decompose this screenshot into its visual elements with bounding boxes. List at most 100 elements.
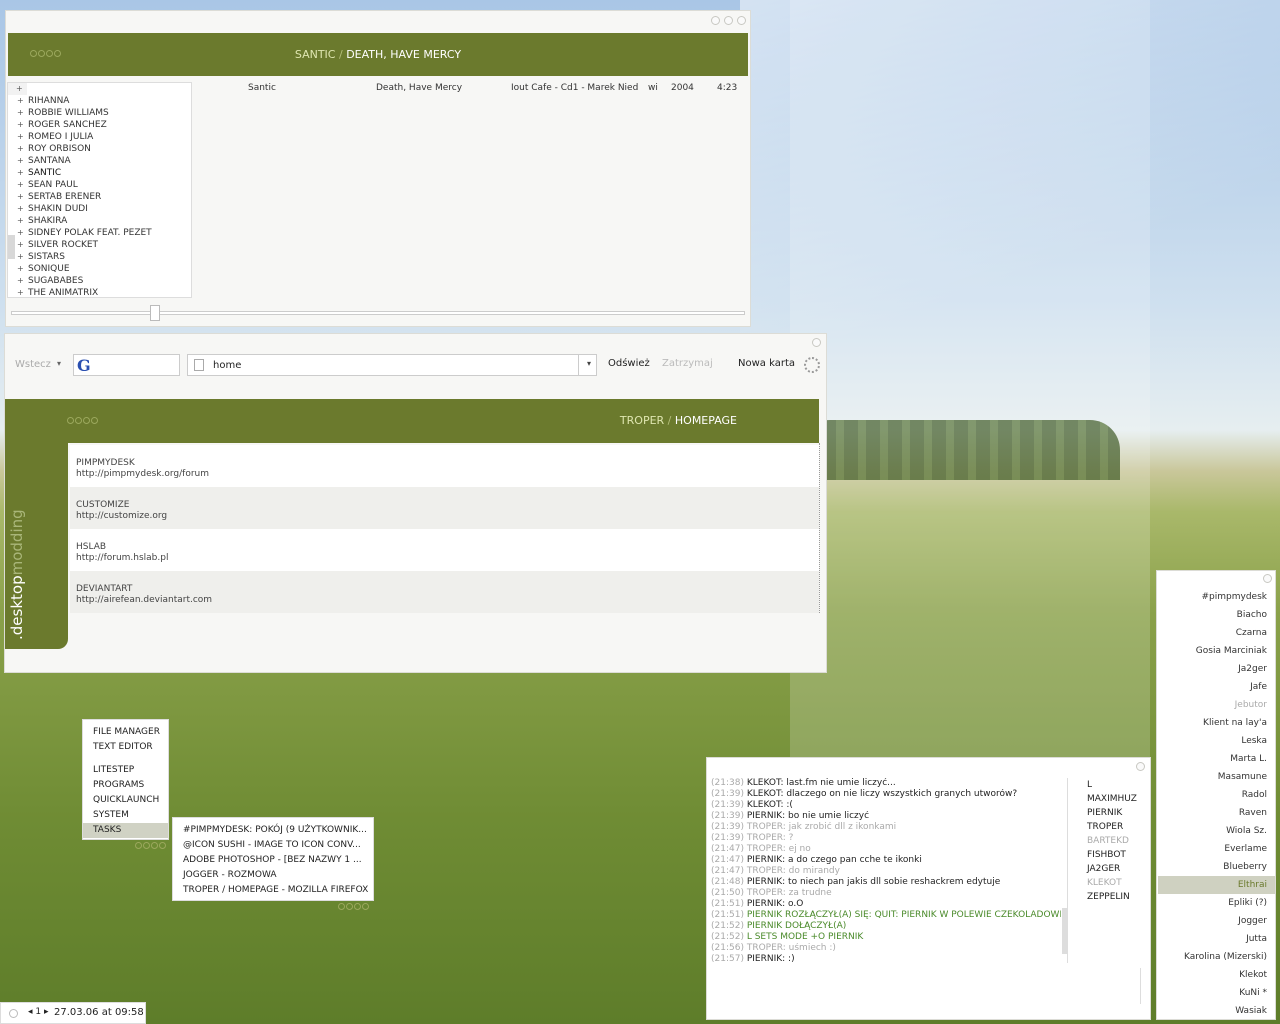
menu-item-text-editor[interactable]: TEXT EDITOR [83,740,168,755]
menu-item-litestep[interactable]: LITESTEP [83,763,168,778]
chat-text: PIERNIK: to niech pan jakis dll sobie re… [746,877,1001,887]
artist-item[interactable]: ROBBIE WILLIAMS [8,107,191,119]
buddy-item[interactable]: Marta L. [1158,750,1275,768]
buddy-item[interactable]: Klekot [1158,966,1275,984]
artist-item[interactable]: SHAKIN DUDI [8,203,191,215]
nick-item[interactable]: JA2GER [1087,862,1137,876]
nick-item[interactable]: ZEPPELIN [1087,890,1137,904]
bookmark-url[interactable]: http://airefean.deviantart.com [76,595,819,606]
stop-button[interactable]: Zatrzymaj [662,358,713,369]
settings-icon[interactable] [9,1009,18,1018]
buddy-item[interactable]: Biacho [1158,606,1275,624]
artist-item[interactable]: SONIQUE [8,263,191,275]
close-icon[interactable] [1136,762,1145,771]
buddy-item[interactable]: Jebutor [1158,696,1275,714]
artist-item[interactable]: RIHANNA [8,95,191,107]
nick-item[interactable]: TROPER [1087,820,1137,834]
bookmark-url[interactable]: http://customize.org [76,511,819,522]
chat-input[interactable] [711,968,1141,1004]
seek-bar[interactable] [11,305,745,321]
buddy-item[interactable]: Wiola Sz. [1158,822,1275,840]
buddy-item[interactable]: Radol [1158,786,1275,804]
artist-item[interactable]: SHAKIRA [8,215,191,227]
buddy-item[interactable]: Gosia Marciniak [1158,642,1275,660]
artist-tree[interactable]: RIHANNAROBBIE WILLIAMSROGER SANCHEZROMEO… [7,82,192,298]
buddy-item[interactable]: Klient na lay'a [1158,714,1275,732]
new-tab-button[interactable]: Nowa karta [738,358,795,369]
buddy-item[interactable]: Jogger [1158,912,1275,930]
nick-item[interactable]: PIERNIK [1087,806,1137,820]
task-item[interactable]: @ICON SUSHI - IMAGE TO ICON CONV... [173,838,373,853]
throbber-icon [804,357,820,373]
page-scrollbar[interactable] [819,443,825,613]
back-button[interactable]: Wstecz [15,359,51,370]
buddy-item[interactable]: Czarna [1158,624,1275,642]
buddy-item[interactable]: KuNi * [1158,984,1275,1002]
task-item[interactable]: TROPER / HOMEPAGE - MOZILLA FIREFOX [173,883,373,898]
buddy-item[interactable]: Jafe [1158,678,1275,696]
nick-item[interactable]: BARTEKD [1087,834,1137,848]
google-icon[interactable]: G [77,356,91,375]
bookmark-item[interactable]: HSLAB http://forum.hslab.pl [70,529,819,571]
buddy-item[interactable]: #pimpmydesk [1158,588,1275,606]
url-input[interactable]: home [213,360,241,371]
bookmark-url[interactable]: http://pimpmydesk.org/forum [76,469,819,480]
bookmark-url[interactable]: http://forum.hslab.pl [76,553,819,564]
artist-item[interactable]: SEAN PAUL [8,179,191,191]
buddy-item[interactable]: Karolina (Mizerski) [1158,948,1275,966]
nick-item[interactable]: FISHBOT [1087,848,1137,862]
crumb-user[interactable]: TROPER [620,414,664,427]
close-icon[interactable] [737,16,746,25]
artist-scrollbar[interactable] [8,83,27,259]
nick-item[interactable]: KLEKOT [1087,876,1137,890]
close-icon[interactable] [812,338,821,347]
buddy-item[interactable]: Jutta [1158,930,1275,948]
seek-thumb[interactable] [150,305,160,321]
back-dropdown-icon[interactable]: ▾ [57,359,61,368]
task-item[interactable]: #PIMPMYDESK: POKÓJ (9 UŻYTKOWNIK... [173,823,373,838]
artist-item[interactable]: SANTIC [8,167,191,179]
maximize-icon[interactable] [724,16,733,25]
close-icon[interactable] [1263,574,1272,583]
nick-item[interactable]: MAXIMHUZ [1087,792,1137,806]
buddy-item[interactable]: Masamune [1158,768,1275,786]
buddy-item[interactable]: Leska [1158,732,1275,750]
taskbar-clock: ◂ 1 ▸ 27.03.06 at 09:58 [0,1002,146,1024]
artist-item[interactable]: SILVER ROCKET [8,239,191,251]
buddy-item[interactable]: Elthrai [1158,876,1275,894]
search-box[interactable]: G [73,354,180,376]
artist-item[interactable]: SIDNEY POLAK FEAT. PEZET [8,227,191,239]
artist-item[interactable]: ROY ORBISON [8,143,191,155]
buddy-item[interactable]: Raven [1158,804,1275,822]
refresh-button[interactable]: Odśwież [608,358,650,369]
task-item[interactable]: JOGGER - ROZMOWA [173,868,373,883]
artist-item[interactable]: SANTANA [8,155,191,167]
nick-item[interactable]: L [1087,778,1137,792]
menu-item-file-manager[interactable]: FILE MANAGER [83,725,168,740]
artist-item[interactable]: ROMEO I JULIA [8,131,191,143]
artist-item[interactable]: ROGER SANCHEZ [8,119,191,131]
desktop-pager[interactable]: ◂ 1 ▸ [28,1007,48,1017]
artist-item[interactable]: SERTAB ERENER [8,191,191,203]
chat-scrollbar[interactable] [1062,778,1068,963]
url-bar[interactable]: home ▾ [187,354,597,376]
artist-item[interactable]: SISTARS [8,251,191,263]
buddy-item[interactable]: Ja2ger [1158,660,1275,678]
artist-item[interactable]: THE ANIMATRIX [8,287,191,297]
menu-item-programs[interactable]: PROGRAMS [83,778,168,793]
bookmark-item[interactable]: CUSTOMIZE http://customize.org [70,487,819,529]
bookmark-item[interactable]: DEVIANTART http://airefean.deviantart.com [70,571,819,613]
buddy-item[interactable]: Blueberry [1158,858,1275,876]
menu-item-system[interactable]: SYSTEM [83,808,168,823]
artist-item[interactable]: SUGABABES [8,275,191,287]
menu-item-quicklaunch[interactable]: QUICKLAUNCH [83,793,168,808]
menu-item-tasks[interactable]: TASKS [83,823,168,838]
bookmark-name: CUSTOMIZE [76,500,130,510]
buddy-item[interactable]: Epliki (?) [1158,894,1275,912]
bookmark-item[interactable]: PIMPMYDESK http://pimpmydesk.org/forum [70,445,819,487]
chat-scroll-thumb[interactable] [1062,908,1067,954]
buddy-item[interactable]: Wasiak [1158,1002,1275,1020]
minimize-icon[interactable] [711,16,720,25]
buddy-item[interactable]: Everlame [1158,840,1275,858]
task-item[interactable]: ADOBE PHOTOSHOP - [BEZ NAZWY 1 ... [173,853,373,868]
